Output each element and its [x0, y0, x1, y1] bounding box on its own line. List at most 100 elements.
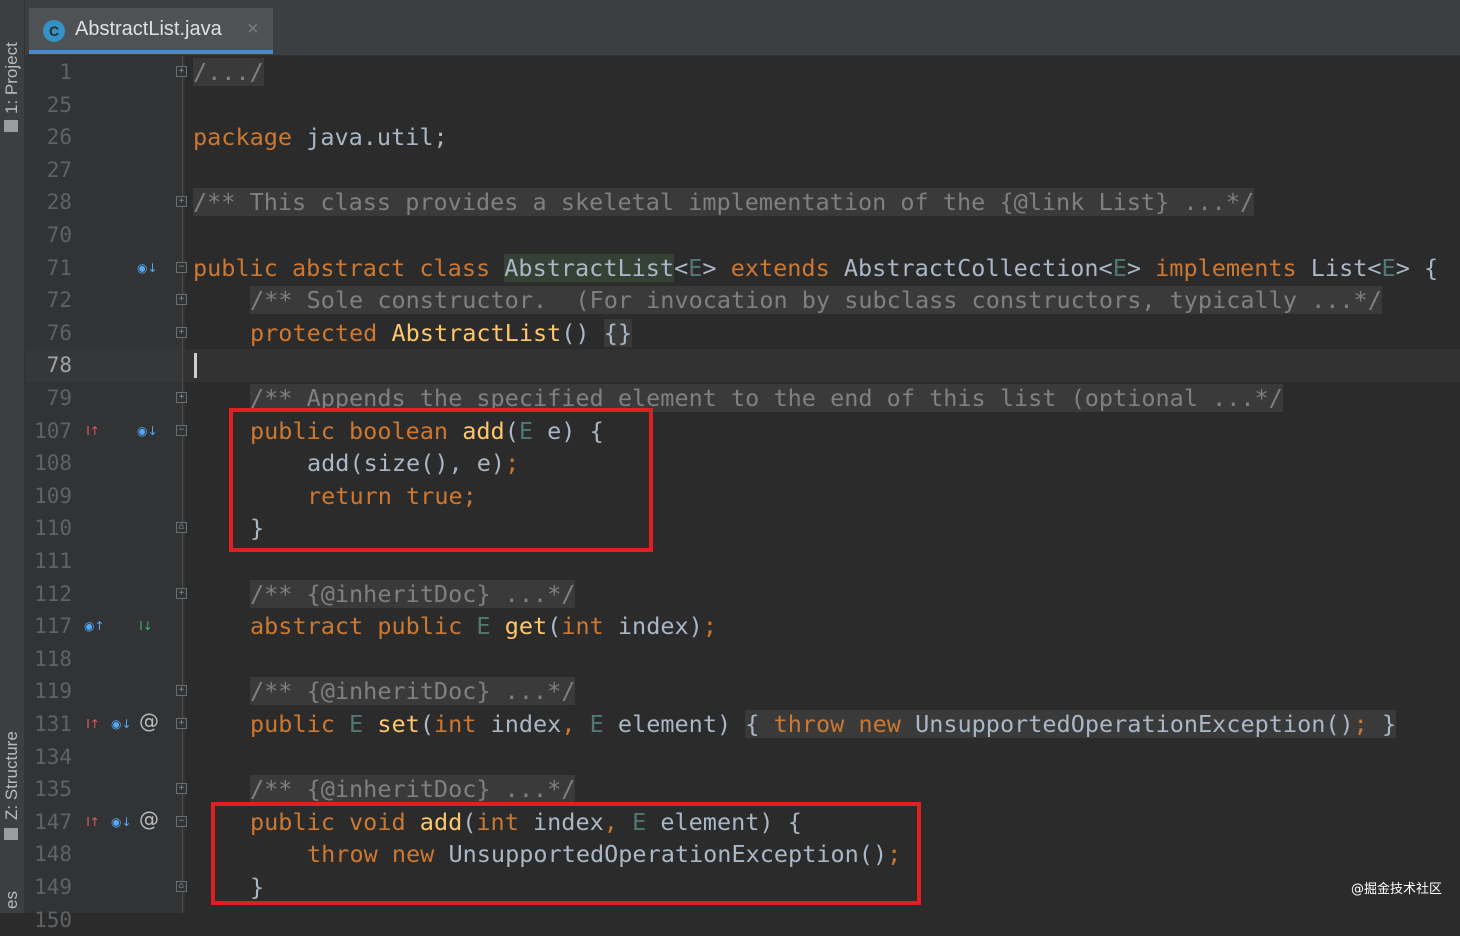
folded-body[interactable]: { throw new UnsupportedOperationExceptio… — [745, 710, 1397, 738]
keyword: implements — [1155, 253, 1297, 282]
superclass: AbstractCollection< — [829, 253, 1113, 282]
fold-expand-icon[interactable]: + — [176, 587, 187, 599]
code-line-current: 78 — [0, 349, 1460, 382]
fold-expand-icon[interactable]: + — [176, 783, 187, 795]
fold-expand-icon[interactable]: + — [176, 718, 187, 729]
fold-collapse-icon[interactable]: − — [176, 815, 187, 827]
package-name: java.util; — [292, 123, 448, 152]
fold-expand-icon[interactable]: + — [176, 326, 187, 338]
line-number: 76 — [46, 320, 72, 345]
line-number: 135 — [34, 777, 72, 802]
code-line: 107 I↑ ◉↓ − public boolean add(E e) { — [0, 415, 1460, 448]
line-number: 148 — [34, 842, 72, 867]
line-number: 150 — [34, 907, 72, 932]
folded-javadoc[interactable]: /** {@inheritDoc} ...*/ — [250, 579, 576, 608]
params: index — [476, 710, 562, 738]
editor-tab-title: AbstractList.java — [75, 18, 222, 40]
line-number: 1 — [59, 60, 72, 84]
overridden-icon[interactable]: ◉↓ — [111, 813, 132, 831]
line-number: 149 — [34, 875, 72, 899]
folded-javadoc[interactable]: /** Sole constructor. (For invocation by… — [250, 286, 1382, 315]
folded-javadoc[interactable]: /** {@inheritDoc} ...*/ — [250, 677, 576, 706]
code-line: 110 ⌂ } — [0, 512, 1460, 545]
constructor-name: AbstractList — [391, 318, 562, 347]
code-line: 27 — [0, 154, 1460, 187]
fold-expand-icon[interactable]: + — [176, 196, 187, 208]
line-number: 79 — [46, 386, 72, 410]
keyword: public abstract class — [193, 253, 491, 282]
fold-expand-icon[interactable]: + — [176, 294, 187, 306]
line-number: 131 — [34, 712, 72, 736]
annotation-icon[interactable]: @ — [139, 711, 159, 731]
implements-up-icon[interactable]: I↑ — [84, 422, 102, 440]
interface: List< — [1296, 253, 1382, 282]
overrides-up-icon[interactable]: ◉↑ — [84, 617, 105, 635]
overridden-icon[interactable]: ◉↓ — [111, 715, 132, 733]
line-number: 78 — [46, 353, 72, 378]
punct: , — [561, 710, 576, 738]
fold-expand-icon[interactable]: + — [176, 392, 187, 403]
close-icon[interactable]: × — [247, 18, 259, 41]
folded-javadoc[interactable]: /** This class provides a skeletal imple… — [193, 188, 1255, 217]
watermark: @掘金技术社区 — [1350, 882, 1442, 897]
keyword: extends — [730, 253, 830, 282]
code-line: 76 + protected AbstractList() {} — [0, 317, 1460, 350]
line-number: 107 — [34, 418, 72, 443]
line-number: 28 — [46, 190, 72, 215]
line-number: 118 — [34, 646, 72, 671]
line-number: 109 — [34, 483, 72, 508]
folded-body[interactable]: {} — [603, 318, 633, 347]
brace: } — [1367, 710, 1397, 738]
type-param: E — [349, 710, 364, 738]
code-line: 72 + /** Sole constructor. (For invocati… — [0, 284, 1460, 317]
fold-expand-icon[interactable]: + — [176, 66, 187, 77]
code-line: 25 — [0, 89, 1460, 122]
code-line: 112 + /** {@inheritDoc} ...*/ — [0, 578, 1460, 611]
punct: () — [561, 318, 590, 347]
implements-up-icon[interactable]: I↑ — [84, 715, 102, 733]
implements-up-icon[interactable]: I↑ — [84, 813, 102, 831]
code-line: 28 + /** This class provides a skeletal … — [0, 186, 1460, 219]
fold-collapse-icon[interactable]: − — [176, 261, 187, 273]
folded-javadoc[interactable]: /** {@inheritDoc} ...*/ — [250, 775, 576, 804]
line-number: 147 — [34, 809, 72, 834]
code-line: 131 I↑ ◉↓ @ + public E set(int index, E … — [0, 708, 1460, 741]
code-line: 108 add(size(), e); — [0, 447, 1460, 480]
line-number: 134 — [34, 744, 72, 769]
line-number: 71 — [46, 255, 72, 280]
annotation-icon[interactable]: @ — [139, 809, 159, 829]
overridden-icon[interactable]: ◉↓ — [137, 422, 158, 440]
fold-expand-icon[interactable]: + — [176, 685, 187, 697]
line-number: 25 — [46, 92, 72, 117]
params: element) — [603, 710, 732, 738]
type-param: E — [1112, 253, 1127, 282]
code-line: 134 — [0, 741, 1460, 774]
fold-end-icon[interactable]: ⌂ — [176, 881, 187, 892]
overridden-icon[interactable]: ◉↓ — [137, 259, 158, 277]
line-number: 27 — [46, 157, 72, 182]
editor-tab-bar: C AbstractList.java × — [25, 0, 1460, 56]
editor-tab-abstractlist[interactable]: C AbstractList.java × — [29, 8, 273, 54]
code-editor[interactable]: 1 + /.../ 25 26 package java.util; 27 28… — [0, 56, 1460, 932]
folded-imports[interactable]: /.../ — [193, 58, 264, 86]
code-line: 135 + /** {@inheritDoc} ...*/ — [0, 773, 1460, 806]
code-line: 117 ◉↑ I↓ abstract public E get(int inde… — [0, 610, 1460, 643]
code-line: 150 — [0, 904, 1460, 936]
code-line: 109 return true; — [0, 480, 1460, 513]
class-name: AbstractList — [504, 253, 675, 282]
line-number: 119 — [34, 679, 72, 704]
keyword: package — [193, 123, 293, 152]
code-line: 71 ◉↓ − public abstract class AbstractLi… — [0, 252, 1460, 285]
brace: { — [745, 710, 774, 738]
punct: > — [702, 253, 717, 282]
line-number: 72 — [46, 288, 72, 313]
params: index) — [603, 612, 703, 641]
fold-end-icon[interactable]: ⌂ — [176, 522, 187, 534]
code-line: 119 + /** {@inheritDoc} ...*/ — [0, 675, 1460, 708]
implemented-icon[interactable]: I↓ — [137, 617, 155, 635]
code-line: 26 package java.util; — [0, 121, 1460, 154]
keyword: protected — [250, 318, 378, 347]
fold-collapse-icon[interactable]: − — [176, 424, 187, 436]
punct: ; — [702, 612, 717, 641]
code-line: 70 — [0, 219, 1460, 252]
